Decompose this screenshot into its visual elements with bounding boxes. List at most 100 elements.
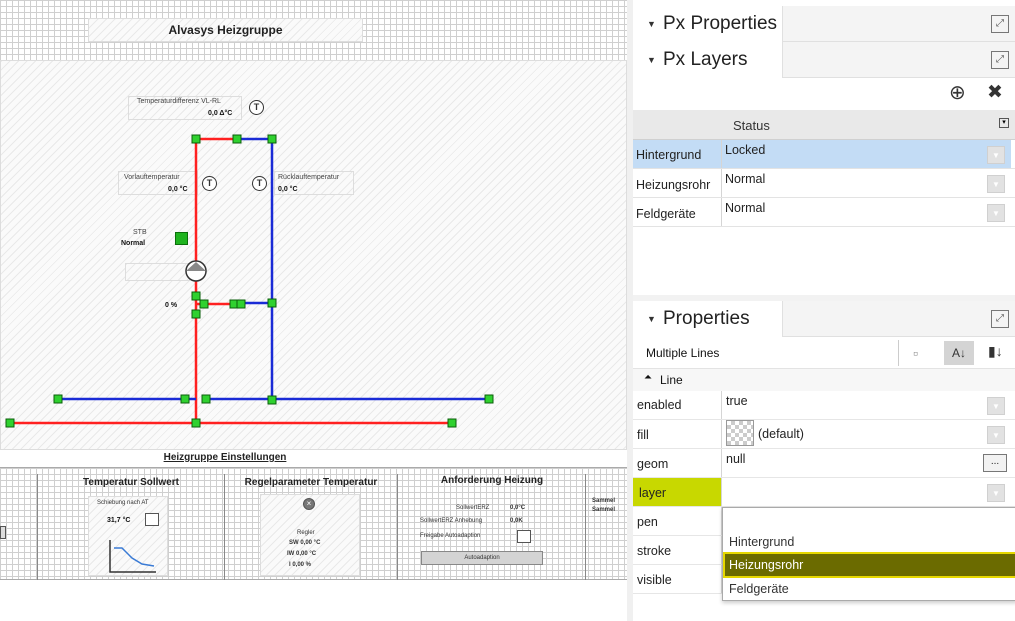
layer-status[interactable]: Normal ▼ — [721, 198, 1011, 226]
prop-row-enabled[interactable]: enabled true ▼ — [633, 391, 1015, 420]
px-properties-title: Px Properties — [663, 13, 778, 34]
delete-layer-icon[interactable]: ✖ — [987, 81, 1003, 104]
anforderung-title: Anforderung Heizung — [440, 475, 544, 486]
layer-status[interactable]: Normal ▼ — [721, 169, 1011, 197]
collapse-arrow-icon[interactable]: ▼ — [647, 314, 656, 324]
properties-title: Properties — [663, 308, 750, 329]
graphics-canvas[interactable]: Alvasys Heizgruppe Temperaturdifferenz V… — [0, 0, 627, 621]
chevron-down-icon[interactable]: ▼ — [987, 397, 1005, 415]
prop-row-layer[interactable]: layer ▼ — [633, 478, 1015, 507]
app-window: Alvasys Heizgruppe Temperaturdifferenz V… — [0, 0, 1015, 621]
dropdown-option[interactable]: Feldgeräte — [723, 582, 1015, 602]
prop-name: stroke — [637, 544, 672, 558]
layer-name: Hintergrund — [633, 140, 721, 168]
layer-status-value: Normal — [725, 201, 766, 215]
sollwert-erz-value: 0,0°C — [510, 505, 526, 511]
section-divider — [585, 474, 586, 580]
section-divider — [397, 474, 398, 580]
sort-category-icon[interactable]: ▮↓ — [988, 343, 1003, 360]
properties-header[interactable]: ▼ Properties ⤢ — [633, 301, 1015, 337]
node — [447, 418, 457, 428]
transparent-swatch[interactable] — [726, 420, 754, 446]
dropdown-option-selected[interactable]: Heizungsrohr — [723, 552, 1015, 578]
add-property-icon[interactable]: ▫ — [913, 345, 918, 361]
node — [267, 395, 277, 405]
sort-alpha-icon[interactable]: A↓ — [944, 341, 974, 365]
schiebung-checkbox[interactable] — [145, 513, 159, 526]
collapse-group-icon[interactable]: ⏶ — [644, 372, 652, 383]
maximize-icon[interactable]: ⤢ — [991, 51, 1009, 69]
px-layers-title: Px Layers — [663, 49, 748, 70]
layer-select[interactable]: ▼ — [721, 478, 1011, 506]
layer-row-feldgeraete[interactable]: Feldgeräte Normal ▼ — [633, 198, 1015, 227]
layer-dropdown-list[interactable]: Hintergrund Heizungsrohr Feldgeräte — [722, 507, 1015, 601]
px-properties-header[interactable]: ▼ Px Properties ⤢ — [633, 6, 1015, 42]
group-label: Line — [660, 373, 683, 387]
side-panel: ▼ Px Properties ⤢ ▼ Px Layers ⤢ ⊕ ✖ Stat… — [627, 0, 1015, 621]
sollwert-title: Temperatur Sollwert — [83, 477, 179, 488]
layer-status[interactable]: Locked ▼ — [721, 140, 1011, 168]
stub-control[interactable] — [0, 526, 6, 539]
prop-value-text: true — [726, 394, 748, 408]
layer-row-heizungsrohr[interactable]: Heizungsrohr Normal ▼ — [633, 169, 1015, 198]
regler-iw: IW 0,00 °C — [287, 551, 317, 557]
maximize-icon[interactable]: ⤢ — [991, 310, 1009, 328]
settings-title: Heizgruppe Einstellungen — [163, 452, 287, 463]
chevron-down-icon[interactable]: ▼ — [987, 146, 1005, 164]
px-layers-tab[interactable]: ▼ Px Layers — [633, 42, 783, 78]
prop-name: layer — [639, 486, 667, 500]
prop-row-fill[interactable]: fill (default) ▼ — [633, 420, 1015, 449]
layers-table-header: Status ▾ — [633, 110, 1015, 140]
node — [53, 394, 63, 404]
node — [232, 134, 242, 144]
layer-name: Feldgeräte — [636, 207, 696, 221]
chevron-down-icon[interactable]: ▼ — [987, 175, 1005, 193]
node — [267, 134, 277, 144]
layer-status-value: Normal — [725, 172, 766, 186]
layer-row-hintergrund[interactable]: Hintergrund Locked ▼ — [633, 140, 1015, 169]
status-column-header[interactable]: Status — [733, 118, 770, 133]
node — [5, 418, 15, 428]
prop-row-geom[interactable]: geom null ... — [633, 449, 1015, 478]
section-divider — [37, 474, 38, 580]
sammel-label-1: Sammel — [592, 498, 616, 504]
node — [236, 299, 246, 309]
prop-name: pen — [637, 515, 658, 529]
prop-name: geom — [637, 457, 669, 471]
px-properties-tab[interactable]: ▼ Px Properties — [633, 6, 783, 42]
regler-close-icon[interactable]: × — [303, 498, 315, 510]
schiebung-label: Schiebung nach AT — [97, 500, 149, 506]
section-divider — [224, 474, 225, 580]
anhebung-label: SollwertERZ Anhebung — [420, 518, 483, 524]
maximize-icon[interactable]: ⤢ — [991, 15, 1009, 33]
chevron-down-icon[interactable]: ▼ — [987, 426, 1005, 444]
node — [191, 418, 201, 428]
node — [191, 134, 201, 144]
chevron-down-icon[interactable]: ▼ — [987, 204, 1005, 222]
add-layer-icon[interactable]: ⊕ — [949, 80, 966, 105]
prop-value[interactable]: true ▼ — [721, 391, 1011, 419]
freigabe-checkbox[interactable] — [517, 530, 531, 543]
regler-i: I 0,00 % — [289, 562, 312, 568]
properties-tab[interactable]: ▼ Properties — [633, 301, 783, 337]
geom-edit-button[interactable]: ... — [983, 454, 1007, 472]
prop-value[interactable]: (default) ▼ — [721, 420, 1011, 448]
prop-value[interactable]: null ... — [721, 449, 1011, 477]
group-header[interactable]: ⏶ Line — [633, 369, 1015, 391]
collapse-arrow-icon[interactable]: ▼ — [647, 55, 656, 65]
regler-label: Regler — [297, 530, 315, 536]
px-layers-header[interactable]: ▼ Px Layers ⤢ — [633, 42, 1015, 78]
prop-name: enabled — [637, 398, 682, 412]
chevron-down-icon[interactable]: ▼ — [987, 484, 1005, 502]
freigabe-label: Freigabe Autoadaption — [420, 533, 481, 539]
node — [180, 394, 190, 404]
selection-bar: Multiple Lines ▫ A↓ ▮↓ — [633, 337, 1015, 369]
prop-name: visible — [637, 573, 672, 587]
collapse-arrow-icon[interactable]: ▼ — [647, 19, 656, 29]
sollwert-erz-label: SollwertERZ — [456, 505, 490, 511]
column-chooser-icon[interactable]: ▾ — [999, 118, 1009, 128]
autoadaption-button[interactable]: Autoadaption — [421, 551, 543, 565]
dropdown-option-label: Heizungsrohr — [729, 558, 804, 572]
separator — [898, 340, 899, 366]
node — [199, 299, 209, 309]
